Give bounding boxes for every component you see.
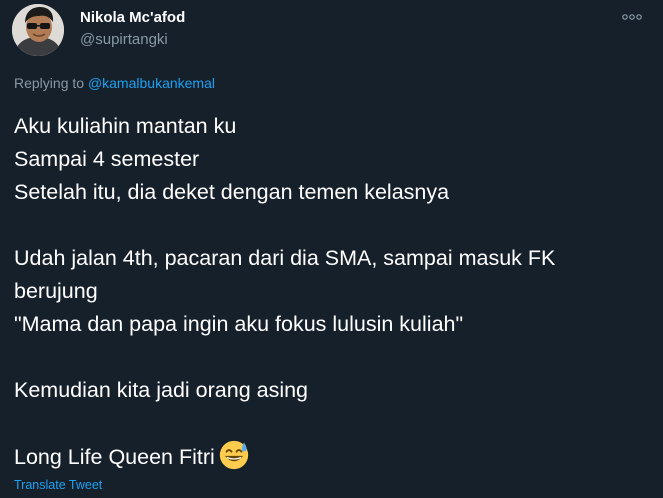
reply-mention-link[interactable]: @kamalbukankemal <box>88 75 215 91</box>
author-display-name[interactable]: Nikola Mc'afod <box>80 9 185 26</box>
replying-to-label: Replying to <box>14 75 88 91</box>
tweet-text-fragment: Long Life Queen Fitri <box>14 445 215 469</box>
avatar[interactable] <box>12 4 64 56</box>
tweet-text-line-last: Long Life Queen Fitri <box>14 440 654 473</box>
more-options-button[interactable] <box>621 9 643 25</box>
tweet-text-line: Udah jalan 4th, pacaran dari dia SMA, sa… <box>14 246 556 270</box>
tweet-text-line: Aku kuliahin mantan ku <box>14 114 237 138</box>
more-options-icon <box>622 14 642 20</box>
tweet-body: Aku kuliahin mantan ku Sampai 4 semester… <box>14 110 654 473</box>
tweet-text-line: "Mama dan papa ingin aku fokus lulusin k… <box>14 312 464 336</box>
replying-to-line: Replying to @kamalbukankemal <box>14 75 215 91</box>
tweet-text-line: berujung <box>14 279 98 303</box>
tweet-text-line: Sampai 4 semester <box>14 147 200 171</box>
translate-tweet-link[interactable]: Translate Tweet <box>14 478 102 492</box>
tweet-card: Nikola Mc'afod @supirtangki Replying to … <box>0 0 663 498</box>
profile-photo-icon <box>12 4 64 56</box>
tweet-text-line: Setelah itu, dia deket dengan temen kela… <box>14 180 450 204</box>
author-handle[interactable]: @supirtangki <box>80 31 168 48</box>
tweet-text-line: Kemudian kita jadi orang asing <box>14 378 309 402</box>
grinning-face-with-sweat-emoji-icon <box>219 440 248 470</box>
